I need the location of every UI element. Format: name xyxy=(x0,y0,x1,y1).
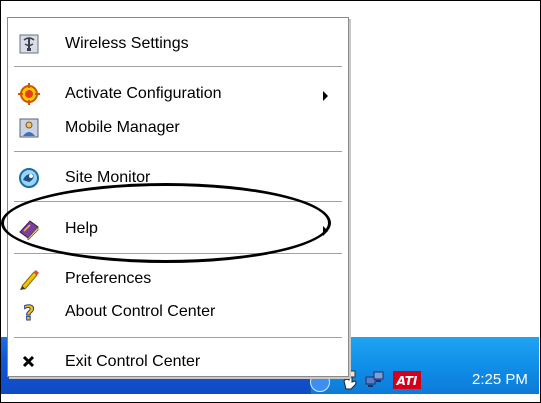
site-monitor-icon xyxy=(18,167,40,189)
menu-item-wireless-settings[interactable]: Wireless Settings xyxy=(8,28,348,58)
menu-item-label: Activate Configuration xyxy=(65,85,222,102)
help-book-icon xyxy=(18,218,40,241)
close-x-icon xyxy=(18,351,40,373)
menu-item-label: About Control Center xyxy=(65,303,216,320)
menu-separator xyxy=(14,337,342,339)
menu-separator xyxy=(14,201,342,203)
menu-item-mobile-manager[interactable]: Mobile Manager xyxy=(8,112,348,142)
ati-logo-text: ATI xyxy=(396,374,418,388)
network-connection-icon[interactable] xyxy=(364,369,386,391)
menu-separator xyxy=(14,151,342,153)
bottom-strip xyxy=(1,394,538,401)
menu-item-label: Exit Control Center xyxy=(65,353,201,370)
menu-item-about-control-center[interactable]: ? About Control Center xyxy=(8,296,348,326)
tray-clock[interactable]: 2:25 PM xyxy=(472,371,528,388)
menu-item-label: Wireless Settings xyxy=(65,35,189,52)
menu-item-label: Site Monitor xyxy=(65,169,151,186)
svg-text:?: ? xyxy=(23,301,35,323)
menu-separator xyxy=(14,253,342,255)
menu-separator xyxy=(14,66,342,68)
submenu-arrow-icon xyxy=(323,226,328,236)
menu-item-preferences[interactable]: Preferences xyxy=(8,263,348,293)
question-mark-icon: ? xyxy=(18,301,40,326)
menu-item-label: Preferences xyxy=(65,270,152,287)
mobile-manager-icon xyxy=(18,117,40,139)
submenu-arrow-icon xyxy=(323,91,328,101)
ati-icon[interactable]: ATI xyxy=(393,369,421,391)
menu-item-activate-configuration[interactable]: Activate Configuration xyxy=(8,78,348,108)
context-menu: Wireless Settings Activate Configuration xyxy=(7,17,349,377)
wireless-settings-icon xyxy=(18,33,40,55)
activate-configuration-icon xyxy=(18,83,40,105)
menu-item-site-monitor[interactable]: Site Monitor xyxy=(8,162,348,192)
menu-item-exit-control-center[interactable]: Exit Control Center xyxy=(8,346,348,376)
menu-item-label: Mobile Manager xyxy=(65,119,180,136)
pencil-icon xyxy=(18,268,40,290)
menu-item-help[interactable]: Help xyxy=(8,213,348,243)
menu-item-label: Help xyxy=(65,220,98,237)
